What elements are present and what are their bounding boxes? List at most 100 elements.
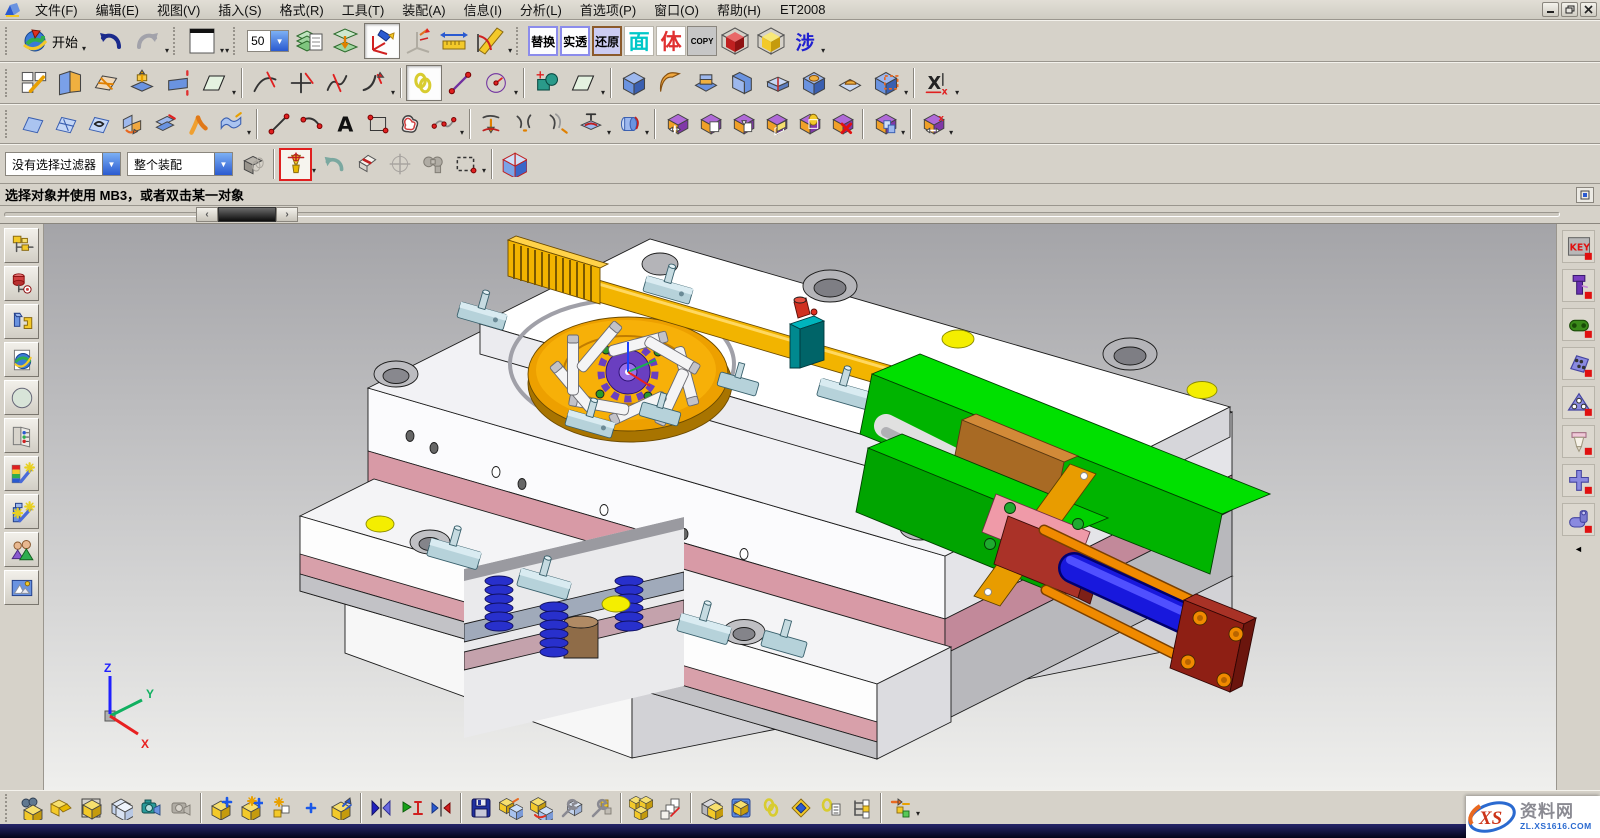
undo-teal-button[interactable]	[317, 148, 350, 181]
align-mate-button[interactable]	[396, 793, 426, 823]
chevron-down-icon[interactable]: ▾	[821, 46, 825, 55]
chevron-down-icon[interactable]: ▾	[391, 88, 395, 97]
toolbar-grip[interactable]	[5, 69, 12, 97]
dome-feature-button[interactable]	[832, 65, 868, 101]
hole-feature-button[interactable]	[796, 65, 832, 101]
structure-tree-button[interactable]	[846, 793, 876, 823]
chevron-down-icon[interactable]: ▾	[220, 46, 224, 55]
selection-filter-dropdown[interactable]: 没有选择过滤器 ▼	[5, 152, 121, 176]
bracket-part-button[interactable]	[1562, 347, 1595, 380]
chevron-down-icon[interactable]: ▼	[102, 153, 120, 175]
layer-settings-button[interactable]	[292, 23, 328, 59]
elbow-part-button[interactable]	[1562, 503, 1595, 536]
datum-plane2-button[interactable]	[565, 65, 601, 101]
palette-collapse-button[interactable]: ◄	[1574, 544, 1583, 554]
save-assembly-button[interactable]	[466, 793, 496, 823]
chevron-down-icon[interactable]: ▾	[607, 128, 611, 137]
toolbar-grip[interactable]	[233, 27, 240, 55]
work-layer-spinner[interactable]: 50 ▼	[247, 30, 289, 52]
redo-button[interactable]	[129, 23, 165, 59]
scroll-right-button[interactable]: ›	[276, 207, 298, 222]
close-button[interactable]	[1580, 2, 1597, 17]
section-x-button[interactable]: Xx	[919, 65, 955, 101]
scroll-thumb[interactable]	[218, 207, 276, 222]
pattern-component-button[interactable]	[626, 793, 656, 823]
face-display-button[interactable]: 面	[624, 26, 654, 56]
menu-item-0[interactable]: 文件(F)	[26, 0, 87, 19]
arc-points-button[interactable]	[295, 108, 328, 141]
wcs-dynamics-button[interactable]	[400, 23, 436, 59]
surface-grid-button[interactable]	[88, 65, 124, 101]
measure-angle-button[interactable]	[472, 23, 508, 59]
interpart-chain-button[interactable]	[756, 793, 786, 823]
join-curve-button[interactable]	[319, 65, 355, 101]
new-component-button[interactable]	[236, 793, 266, 823]
circle-curve-button[interactable]	[478, 65, 514, 101]
maximize-view-button[interactable]	[1576, 187, 1594, 203]
undo-button[interactable]	[93, 23, 129, 59]
tube-tool-button[interactable]	[612, 108, 645, 141]
constraint-navigator-button[interactable]	[4, 266, 39, 301]
link-part-button[interactable]	[1562, 308, 1595, 341]
iso-view-cube-button[interactable]	[497, 148, 530, 181]
bounded-surface-button[interactable]	[82, 108, 115, 141]
trim-curve-button[interactable]	[247, 65, 283, 101]
chevron-down-icon[interactable]: ▼	[270, 31, 288, 51]
measure-distance-button[interactable]	[436, 23, 472, 59]
wrench-assembly-button[interactable]	[556, 793, 586, 823]
replace-button[interactable]: 替换	[528, 26, 558, 56]
copy-face-button[interactable]	[693, 108, 726, 141]
chevron-down-icon[interactable]: ▾	[508, 46, 512, 55]
chevron-down-icon[interactable]: ▾	[232, 88, 236, 97]
chevron-down-icon[interactable]: ▾	[901, 128, 905, 137]
locate-tool-button[interactable]	[383, 148, 416, 181]
mesh-surface-button[interactable]	[49, 108, 82, 141]
toolbar-grip[interactable]	[5, 110, 12, 138]
plate-part-button[interactable]	[1562, 386, 1595, 419]
visualization-palette-button[interactable]	[4, 456, 39, 491]
sketch-button[interactable]	[16, 65, 52, 101]
viewport-canvas[interactable]: Z Y X	[44, 224, 1556, 790]
cut-face-button[interactable]	[726, 108, 759, 141]
find-component-button[interactable]	[16, 793, 46, 823]
copy-button[interactable]: COPY	[687, 26, 717, 56]
chevron-down-icon[interactable]: ▾	[601, 88, 605, 97]
menu-item-2[interactable]: 视图(V)	[148, 0, 209, 19]
ruled-surface-button[interactable]	[16, 108, 49, 141]
chevron-down-icon[interactable]: ▾	[247, 128, 251, 137]
chevron-down-icon[interactable]: ▾	[312, 166, 316, 175]
wcs-display-button[interactable]	[364, 23, 400, 59]
chevron-down-icon[interactable]: ▾	[949, 128, 953, 137]
chain-select-button[interactable]	[406, 65, 442, 101]
delete-face-button[interactable]	[825, 108, 858, 141]
studio-spline-button[interactable]	[427, 108, 460, 141]
toolbar-grip[interactable]	[173, 27, 180, 55]
move-face-button[interactable]	[660, 108, 693, 141]
replace-component-button[interactable]	[526, 793, 556, 823]
eraser-tool-button[interactable]	[350, 148, 383, 181]
project-curve-button[interactable]	[475, 108, 508, 141]
wave-link-button[interactable]	[696, 793, 726, 823]
menu-item-7[interactable]: 信息(I)	[455, 0, 511, 19]
open-component-button[interactable]	[46, 793, 76, 823]
offset-region-button[interactable]	[759, 108, 792, 141]
toolbar-grip[interactable]	[5, 794, 12, 822]
menu-item-9[interactable]: 首选项(P)	[571, 0, 645, 19]
sheet-pair-button[interactable]	[148, 108, 181, 141]
red-cube-button[interactable]	[717, 23, 753, 59]
move-arrow-box-button[interactable]	[326, 793, 356, 823]
chevron-down-icon[interactable]: ▾	[514, 88, 518, 97]
key-part-button[interactable]: KEY	[1562, 230, 1595, 263]
menu-item-8[interactable]: 分析(L)	[511, 0, 571, 19]
selection-scope-dropdown[interactable]: 整个装配 ▼	[127, 152, 233, 176]
sheet-stretch-button[interactable]	[160, 65, 196, 101]
toolbar-grip[interactable]	[5, 27, 12, 55]
edit-fillet-button[interactable]	[355, 65, 391, 101]
combine-curve-button[interactable]	[508, 108, 541, 141]
layer-visible-button[interactable]	[328, 23, 364, 59]
menu-item-3[interactable]: 插入(S)	[209, 0, 270, 19]
explode-assembly-button[interactable]	[496, 793, 526, 823]
chevron-down-icon[interactable]: ▾	[916, 809, 920, 818]
scene-gallery-button[interactable]	[4, 570, 39, 605]
menu-item-11[interactable]: 帮助(H)	[708, 0, 770, 19]
